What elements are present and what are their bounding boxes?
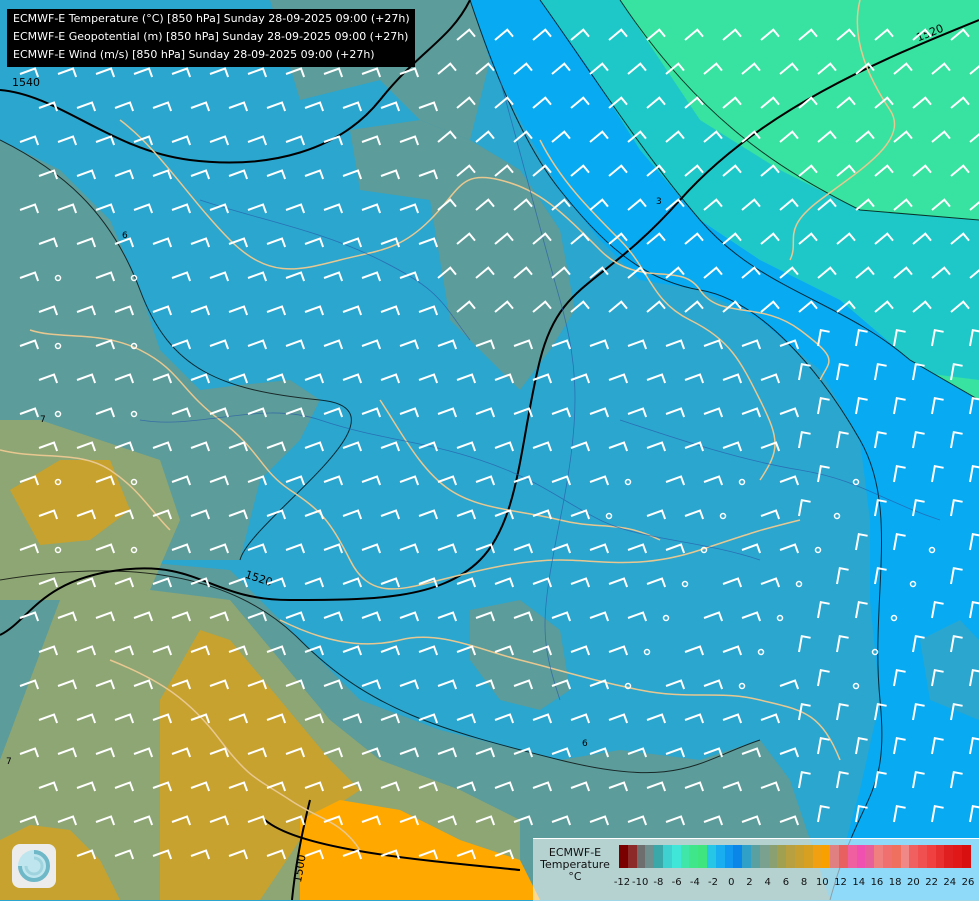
legend-color-swatch	[944, 845, 954, 868]
legend-color-swatch	[680, 845, 690, 868]
temperature-legend: ECMWF-E Temperature °C -12 -10 -8 -6 -4 -2 0 2 4…	[533, 838, 979, 901]
weather-map: 1520 1540 1520 1500 6 6 3 7 7	[0, 0, 979, 900]
legend-tick-label: 18	[888, 877, 902, 888]
legend-tick-label: 8	[800, 877, 808, 888]
isotherm-label: 7	[6, 757, 12, 767]
legend-color-swatch	[803, 845, 813, 868]
legend-color-swatch	[926, 845, 936, 868]
legend-color-swatch	[768, 845, 778, 868]
legend-ticks: -12 -10 -8 -6 -4 -2 0 2 4 6 8 10 12 14 16 18 20 22 24 26	[613, 877, 975, 891]
legend-tick-label: 26	[961, 877, 975, 888]
legend-color-swatch	[856, 845, 866, 868]
legend-color-swatch	[724, 845, 734, 868]
legend-color-swatch	[786, 845, 795, 868]
legend-color-swatch	[847, 845, 857, 868]
legend-color-swatch	[689, 845, 699, 868]
legend-tick-label: 6	[782, 877, 790, 888]
legend-color-swatch	[865, 845, 875, 868]
legend-color-swatch	[838, 845, 848, 868]
legend-title: ECMWF-E Temperature °C	[537, 847, 613, 883]
legend-color-swatch	[733, 845, 743, 868]
legend-color-swatch	[821, 845, 831, 868]
legend-tick-label: -2	[708, 877, 719, 888]
legend-color-swatch	[900, 845, 910, 868]
legend-color-swatch	[891, 845, 901, 868]
legend-color-swatch	[882, 845, 892, 868]
legend-color-swatch	[794, 845, 804, 868]
legend-color-swatch	[909, 845, 919, 868]
title-wind: ECMWF-E Wind (m/s) [850 hPa] Sunday 28-0…	[13, 48, 375, 61]
legend-color-swatch	[742, 845, 751, 868]
legend-tick-label: 10	[815, 877, 829, 888]
legend-tick-label: -10	[632, 877, 649, 888]
legend-color-swatch	[671, 845, 681, 868]
legend-color-swatch	[654, 845, 663, 868]
legend-color-swatch	[645, 845, 655, 868]
legend-color-swatch	[874, 845, 883, 868]
ecmwf-swirl-icon	[12, 844, 56, 888]
legend-color-swatch	[706, 845, 716, 868]
legend-color-swatch	[935, 845, 945, 868]
legend-color-swatch	[830, 845, 839, 868]
legend-tick-label: -4	[689, 877, 700, 888]
legend-color-swatch	[777, 845, 787, 868]
legend-tick-label: 20	[906, 877, 920, 888]
legend-tick-label: -12	[613, 877, 631, 888]
legend-tick-label: 22	[925, 877, 938, 888]
legend-tick-label: 0	[728, 877, 735, 888]
legend-color-swatch	[759, 845, 769, 868]
legend-color-swatch	[662, 845, 672, 868]
legend-tick-label: 4	[764, 877, 771, 888]
map-title-box: ECMWF-E Temperature (°C) [850 hPa] Sunda…	[7, 9, 415, 67]
legend-tick-label: 2	[746, 877, 753, 888]
legend-tick-label: -8	[653, 877, 664, 888]
legend-color-swatch	[953, 845, 963, 868]
legend-tick-label: 16	[870, 877, 884, 888]
legend-color-swatch	[619, 845, 628, 868]
legend-color-swatch	[962, 845, 971, 868]
legend-color-swatch	[715, 845, 725, 868]
legend-color-swatch	[636, 845, 646, 868]
legend-tick-label: 24	[943, 877, 957, 888]
legend-tick-label: 12	[834, 877, 847, 888]
legend-tick-label: 14	[852, 877, 866, 888]
isotherm-label: 3	[656, 197, 662, 207]
legend-color-swatch	[698, 845, 707, 868]
legend-color-swatch	[750, 845, 760, 868]
legend-tick-label: -6	[671, 877, 682, 888]
legend-color-swatch	[627, 845, 637, 868]
title-geopotential: ECMWF-E Geopotential (m) [850 hPa] Sunda…	[13, 30, 409, 43]
isotherm-label: 7	[40, 415, 46, 425]
legend-color-swatch	[812, 845, 822, 868]
legend-color-swatch	[918, 845, 927, 868]
legend-color-bar	[619, 845, 971, 868]
isotherm-label: 6	[582, 739, 588, 749]
geopotential-label: 1540	[12, 76, 40, 89]
legend-title-unit: °C	[568, 870, 582, 883]
title-temperature: ECMWF-E Temperature (°C) [850 hPa] Sunda…	[13, 12, 410, 25]
